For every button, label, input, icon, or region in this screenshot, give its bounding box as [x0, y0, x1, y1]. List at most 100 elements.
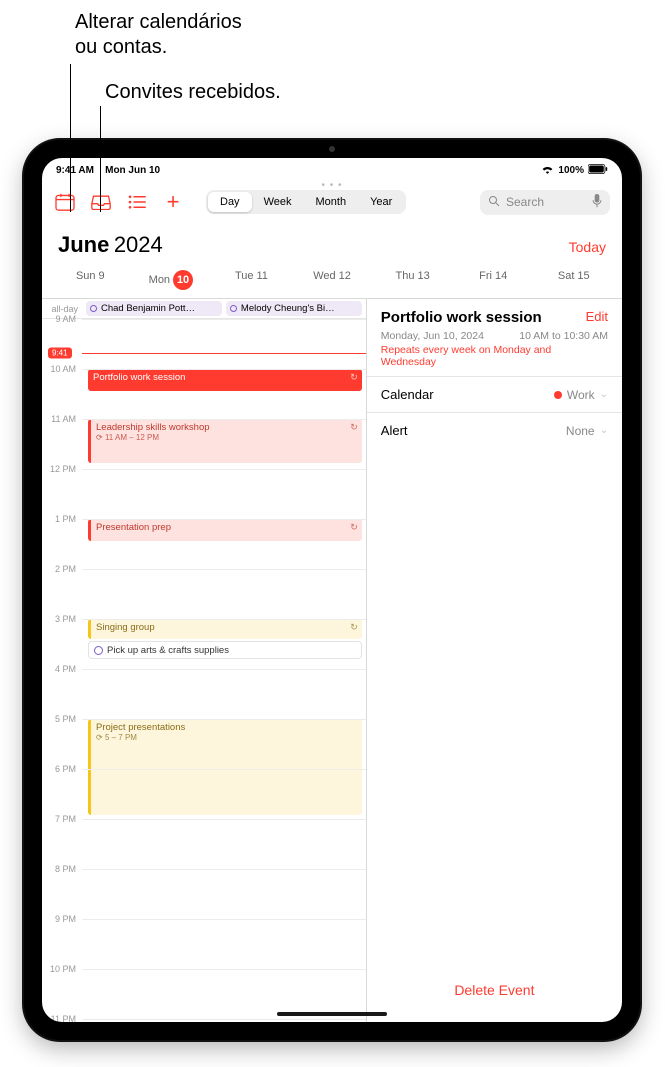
inbox-button[interactable] [90, 191, 112, 213]
hour-label: 7 PM [42, 814, 82, 824]
hour-line [82, 369, 366, 379]
hour-label: 10 PM [42, 964, 82, 974]
view-segmented-control[interactable]: Day Week Month Year [206, 190, 406, 214]
event-title: Portfolio work session [381, 309, 542, 326]
allday-event-1[interactable]: Chad Benjamin Pott… [86, 301, 222, 316]
chevron-icon: ⌄ [600, 389, 608, 400]
weekday-mon[interactable]: Mon10 [131, 264, 212, 298]
hour-row: 11 PM [42, 1019, 366, 1022]
hour-line [82, 669, 366, 679]
chevron-icon: ⌄ [600, 425, 608, 436]
weekday-fri[interactable]: Fri14 [453, 264, 534, 298]
now-time-badge: 9:41 [48, 348, 72, 359]
hour-line [82, 519, 366, 529]
alert-label: Alert [381, 423, 408, 438]
calendars-button[interactable] [54, 191, 76, 213]
hour-label: 2 PM [42, 564, 82, 574]
weekday-sun[interactable]: Sun9 [50, 264, 131, 298]
alert-row[interactable]: Alert None ⌄ [367, 413, 622, 448]
camera-dot [329, 146, 335, 152]
allday-event-2[interactable]: Melody Cheung's Bi… [226, 301, 362, 316]
reminder-circle-icon [94, 646, 103, 655]
hour-row: 1 PM [42, 519, 366, 529]
allday-label: all-day [42, 304, 82, 314]
hour-label: 4 PM [42, 664, 82, 674]
year-value: 2024 [114, 232, 163, 257]
status-time-date: 9:41 AM Mon Jun 10 [56, 165, 160, 176]
weekday-sat[interactable]: Sat15 [533, 264, 614, 298]
hour-label: 9 PM [42, 914, 82, 924]
hour-label: 8 PM [42, 864, 82, 874]
today-button[interactable]: Today [569, 239, 606, 255]
hour-row: 6 PM [42, 769, 366, 779]
mic-icon[interactable] [592, 194, 602, 211]
hour-line [82, 719, 366, 729]
list-button[interactable] [126, 191, 148, 213]
birthday-icon [230, 305, 237, 312]
hour-line [82, 969, 366, 979]
ipad-frame: • • • 9:41 AM Mon Jun 10 100% [24, 140, 640, 1040]
hour-row: 11 AM [42, 419, 366, 429]
weekday-thu[interactable]: Thu13 [372, 264, 453, 298]
event-details-pane: Portfolio work session Edit Monday, Jun … [367, 299, 622, 1022]
main-split: all-day Chad Benjamin Pott… Melody Cheun… [42, 299, 622, 1022]
weekday-tue[interactable]: Tue11 [211, 264, 292, 298]
search-field[interactable]: Search [480, 190, 610, 215]
weekday-wed[interactable]: Wed12 [292, 264, 373, 298]
hour-label: 10 AM [42, 364, 82, 374]
day-timeline[interactable]: all-day Chad Benjamin Pott… Melody Cheun… [42, 299, 367, 1022]
seg-month[interactable]: Month [303, 192, 358, 212]
birthday-icon [90, 305, 97, 312]
hour-row: 4 PM [42, 669, 366, 679]
hour-line [82, 919, 366, 929]
hour-label: 11 PM [42, 1014, 82, 1022]
hour-row: 5 PM [42, 719, 366, 729]
home-indicator[interactable] [277, 1012, 387, 1016]
status-date: Mon Jun 10 [105, 165, 160, 176]
hour-line [82, 769, 366, 779]
battery-pct: 100% [558, 165, 584, 176]
allday-row: all-day Chad Benjamin Pott… Melody Cheun… [42, 299, 366, 319]
delete-event-button[interactable]: Delete Event [367, 966, 622, 1022]
status-bar: 9:41 AM Mon Jun 10 100% [42, 158, 622, 182]
calendar-label: Calendar [381, 387, 434, 402]
hour-row: 12 PM [42, 469, 366, 479]
seg-day[interactable]: Day [208, 192, 252, 212]
multitask-dots[interactable]: • • • [321, 180, 342, 191]
event-project[interactable]: Project presentations ⟳ 5 – 7 PM [88, 719, 362, 815]
now-line [82, 353, 366, 354]
event-repeat-text: Repeats every week on Monday and Wednesd… [367, 344, 622, 376]
search-icon [488, 195, 500, 210]
reminder-arts-crafts[interactable]: Pick up arts & crafts supplies [88, 641, 362, 659]
hour-label: 11 AM [42, 414, 82, 424]
battery-icon [588, 164, 608, 177]
calendar-row[interactable]: Calendar Work ⌄ [367, 377, 622, 413]
hour-label: 3 PM [42, 614, 82, 624]
hour-line [82, 619, 366, 629]
weekday-row: Sun9 Mon10 Tue11 Wed12 Thu13 Fri14 Sat15 [42, 264, 622, 299]
hour-row: 3 PM [42, 619, 366, 629]
calendar-value: Work [567, 388, 595, 402]
screen: • • • 9:41 AM Mon Jun 10 100% [42, 158, 622, 1022]
status-time: 9:41 AM [56, 165, 94, 176]
wifi-icon [541, 164, 554, 177]
hour-line [82, 869, 366, 879]
month-header: June 2024 Today [42, 222, 622, 264]
calendar-color-dot [554, 391, 562, 399]
event-date: Monday, Jun 10, 2024 [381, 330, 484, 342]
seg-year[interactable]: Year [358, 192, 404, 212]
hour-row: 9 PM [42, 919, 366, 929]
callout-inbox: Convites recebidos. [105, 80, 281, 105]
hour-row: 9 AM [42, 319, 366, 329]
callout-calendars: Alterar calendários ou contas. [75, 10, 242, 60]
month-label: June [58, 232, 109, 257]
edit-button[interactable]: Edit [586, 309, 608, 324]
alert-value: None [566, 424, 595, 438]
hour-line [82, 319, 366, 329]
hour-line [82, 819, 366, 829]
add-event-button[interactable]: + [162, 191, 184, 213]
hour-line [82, 419, 366, 429]
search-placeholder: Search [506, 195, 544, 209]
seg-week[interactable]: Week [252, 192, 304, 212]
hour-grid: 9:41 Portfolio work session ↻ Leadership… [42, 319, 366, 1022]
